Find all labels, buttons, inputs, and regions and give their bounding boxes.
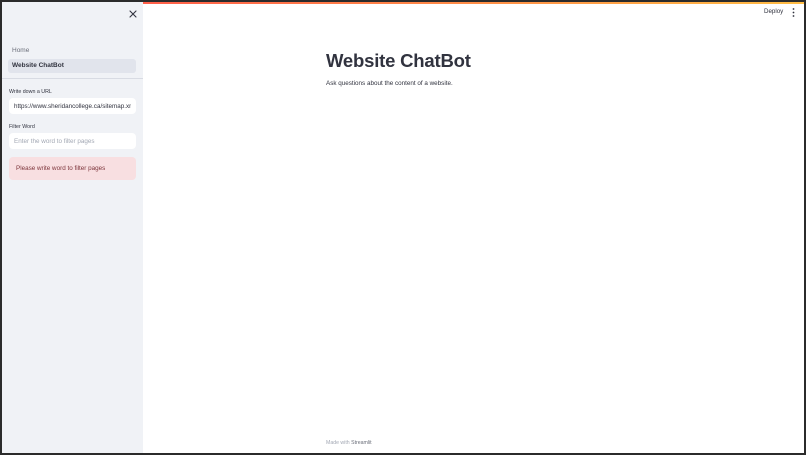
close-sidebar-button[interactable] — [126, 7, 140, 21]
sidebar-item-home[interactable]: Home — [8, 44, 136, 58]
page-subtitle: Ask questions about the content of a web… — [326, 80, 453, 87]
error-alert: Please write word to filter pages — [9, 157, 136, 180]
filter-word-input[interactable] — [9, 133, 136, 149]
url-input[interactable] — [9, 98, 136, 114]
footer: Made with Streamlit — [326, 440, 372, 446]
sidebar: Home Website ChatBot Write down a URL Fi… — [2, 2, 143, 453]
close-icon — [129, 10, 137, 18]
app-window: Home Website ChatBot Write down a URL Fi… — [2, 2, 804, 453]
sidebar-divider — [2, 78, 143, 79]
deploy-button[interactable]: Deploy — [760, 5, 787, 19]
url-field-label: Write down a URL — [9, 89, 52, 95]
sidebar-item-website-chatbot[interactable]: Website ChatBot — [8, 59, 136, 73]
sidebar-nav: Home Website ChatBot — [8, 44, 136, 74]
page-title: Website ChatBot — [326, 50, 471, 71]
vertical-ellipsis-icon — [792, 7, 794, 17]
streamlit-link[interactable]: Streamlit — [351, 440, 371, 446]
filter-word-label: Filter Word — [9, 124, 35, 130]
footer-made-with: Made with — [326, 440, 350, 446]
main-menu-button[interactable] — [788, 6, 798, 18]
